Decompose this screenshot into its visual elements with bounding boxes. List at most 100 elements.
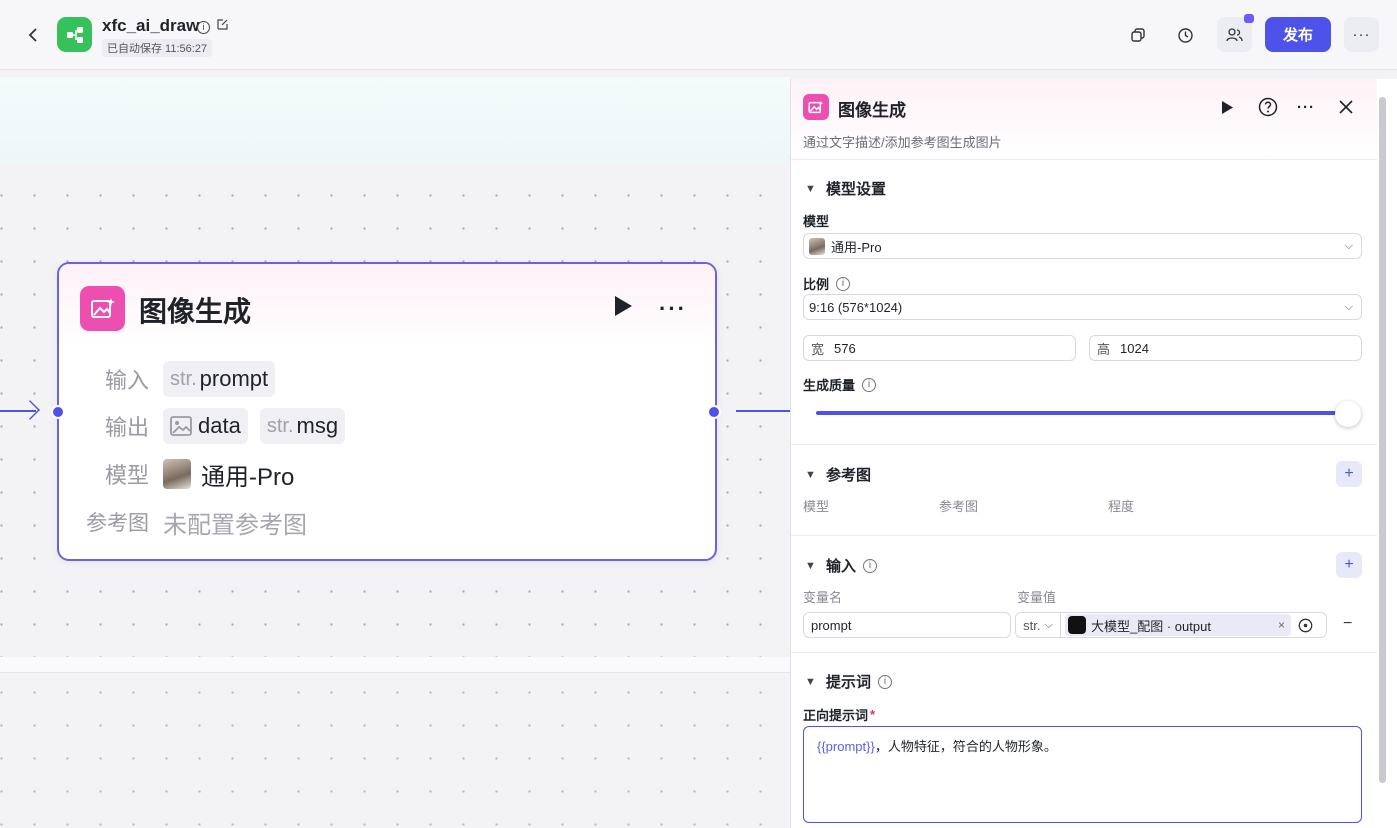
llm-node-icon <box>1068 616 1086 634</box>
quality-slider-handle[interactable] <box>1335 401 1361 427</box>
section-title-text: 提示词 <box>826 674 872 691</box>
ratio-select-value: 9:16 (576*1024) <box>809 299 903 315</box>
ratio-select[interactable]: 9:16 (576*1024) ⌵ <box>803 294 1362 320</box>
model-select-value: 通用-Pro <box>831 239 882 255</box>
autosave-badge: 已自动保存 11:56:27 <box>102 39 213 57</box>
panel-description: 通过文字描述/添加参考图生成图片 <box>803 135 1002 150</box>
section-prompt[interactable]: ▼ 提示词 i <box>805 671 893 692</box>
node-output-label: 输出 <box>104 415 149 440</box>
quality-label: 生成质量 i <box>803 375 877 394</box>
width-input[interactable]: 宽 576 <box>803 335 1076 361</box>
panel-scrollbar[interactable] <box>1379 97 1386 783</box>
variable-name-value: prompt <box>811 617 852 633</box>
users-icon <box>1226 27 1243 41</box>
variable-reference-field[interactable]: 大模型_配图 · output × <box>1060 612 1327 638</box>
run-node-icon[interactable] <box>1215 95 1239 119</box>
model-select[interactable]: 通用-Pro ⌵ <box>803 233 1362 259</box>
remove-input-button[interactable]: − <box>1343 615 1352 633</box>
close-icon[interactable] <box>1334 95 1358 119</box>
image-type-icon <box>170 416 192 436</box>
height-input[interactable]: 高 1024 <box>1089 335 1362 361</box>
info-icon[interactable]: i <box>878 674 893 689</box>
panel-title: 图像生成 <box>838 101 906 120</box>
col-reference-image: 参考图 <box>939 499 979 514</box>
quality-label-text: 生成质量 <box>803 378 856 393</box>
info-icon[interactable]: i <box>863 558 878 573</box>
quality-slider-track[interactable] <box>816 411 1346 415</box>
canvas-band-bottom <box>0 657 790 673</box>
prompt-variable: {{prompt}} <box>817 739 875 754</box>
positive-prompt-label-text: 正向提示词 <box>803 708 869 723</box>
node-output-chip-msg: str. msg <box>259 408 346 444</box>
run-node-icon[interactable] <box>612 294 638 320</box>
variable-type-value: str. <box>1023 617 1041 633</box>
variable-type-select[interactable]: str. ⌵ <box>1015 612 1061 638</box>
more-options-button[interactable]: ··· <box>1344 17 1379 52</box>
panel-header: 图像生成 ··· 通过文字描述/添加参考图生成图片 <box>791 79 1377 160</box>
image-generation-node[interactable]: 图像生成 ··· 输入 str. prompt 输出 data str. msg… <box>57 262 717 561</box>
node-output-chip-data: data <box>163 408 248 444</box>
image-generate-icon <box>803 94 829 120</box>
more-icon[interactable]: ··· <box>1294 95 1318 119</box>
positive-prompt-label: 正向提示词 * <box>803 705 875 724</box>
target-icon[interactable] <box>1298 618 1313 633</box>
string-type-icon: str. <box>266 414 294 437</box>
help-icon[interactable] <box>1256 95 1280 119</box>
node-config-panel: 图像生成 ··· 通过文字描述/添加参考图生成图片 ▼ 模型设置 模型 通用-P… <box>790 79 1397 828</box>
node-ref-value: 未配置参考图 <box>163 511 307 539</box>
node-input-name: prompt <box>199 366 269 391</box>
string-type-icon: str. <box>170 367 197 390</box>
publish-button[interactable]: 发布 <box>1265 17 1331 52</box>
divider <box>791 535 1377 536</box>
info-icon[interactable]: i <box>197 20 210 34</box>
chevron-down-icon: ▼ <box>805 182 816 195</box>
chevron-down-icon: ⌵ <box>1344 300 1353 313</box>
collaborators-button[interactable] <box>1217 14 1254 52</box>
history-icon[interactable] <box>1172 22 1198 48</box>
width-value: 576 <box>834 340 856 356</box>
width-prefix: 宽 <box>811 341 825 357</box>
variable-reference-tag: 大模型_配图 · output × <box>1065 614 1291 636</box>
info-icon[interactable]: i <box>862 377 877 392</box>
col-variable-name: 变量名 <box>803 590 843 605</box>
app-logo-icon <box>57 17 92 52</box>
node-input-port[interactable] <box>51 405 65 419</box>
section-title-text: 模型设置 <box>826 181 887 198</box>
ratio-label: 比例 i <box>803 274 851 293</box>
height-value: 1024 <box>1120 340 1149 356</box>
back-arrow-icon[interactable] <box>22 24 44 46</box>
edit-icon[interactable] <box>216 18 229 36</box>
image-generate-icon <box>80 286 125 331</box>
clear-icon[interactable]: × <box>1278 618 1285 632</box>
node-output-port[interactable] <box>707 405 721 419</box>
model-avatar <box>809 237 825 255</box>
chevron-down-icon: ▼ <box>805 468 816 481</box>
node-title: 图像生成 <box>139 296 252 327</box>
app-title: xfc_ai_draw <box>102 16 200 35</box>
section-model-settings[interactable]: ▼ 模型设置 <box>805 178 886 199</box>
required-mark: * <box>870 707 876 722</box>
variable-name-input[interactable]: prompt <box>803 612 1011 638</box>
add-reference-button[interactable]: + <box>1336 461 1362 487</box>
ratio-label-text: 比例 <box>803 277 830 292</box>
node-output-data: data <box>198 413 241 438</box>
section-title-text: 参考图 <box>826 467 872 484</box>
section-title-text: 输入 <box>826 558 857 575</box>
node-input-label: 输入 <box>104 368 149 393</box>
model-label: 模型 <box>803 214 830 229</box>
info-icon[interactable]: i <box>836 276 851 291</box>
add-input-button[interactable]: + <box>1336 552 1362 578</box>
section-reference[interactable]: ▼ 参考图 <box>805 464 871 485</box>
node-input-chip: str. prompt <box>163 361 276 397</box>
canvas-band-top <box>0 77 790 165</box>
outgoing-edge[interactable] <box>736 410 790 412</box>
section-input[interactable]: ▼ 输入 i <box>805 555 878 576</box>
positive-prompt-textarea[interactable]: {{prompt}}，人物特征，符合的人物形象。 <box>803 726 1362 823</box>
copy-icon[interactable] <box>1125 22 1151 48</box>
top-bar: xfc_ai_draw i 已自动保存 11:56:27 发布 ··· <box>0 0 1397 70</box>
model-avatar <box>163 459 191 489</box>
divider <box>791 444 1377 445</box>
node-output-msg: msg <box>296 413 339 438</box>
chevron-down-icon: ⌵ <box>1044 618 1053 631</box>
node-more-icon[interactable]: ··· <box>659 296 687 322</box>
